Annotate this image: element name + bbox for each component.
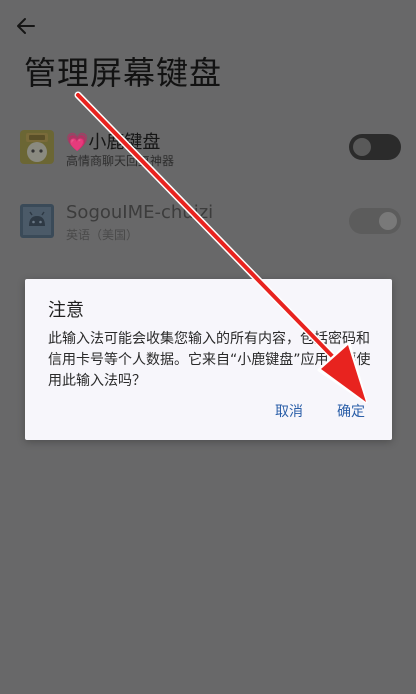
keyboard-name: 💗小鹿键盘: [66, 132, 161, 153]
dialog-actions: 取消 确定: [275, 401, 365, 421]
screen: 管理屏幕键盘 💗小鹿键盘 高情商聊天回复神器 SogouIME-chuizi 英…: [0, 0, 416, 694]
keyboard-name: SogouIME-chuizi: [66, 202, 214, 223]
keyboard-toggle[interactable]: [349, 134, 401, 160]
keyboard-description: 高情商聊天回复神器: [66, 154, 175, 168]
keyboard-row-xiaolu[interactable]: 💗小鹿键盘 高情商聊天回复神器: [0, 118, 416, 178]
back-button[interactable]: [12, 12, 40, 40]
cancel-button[interactable]: 取消: [275, 401, 303, 421]
confirm-button[interactable]: 确定: [337, 401, 365, 421]
keyboard-description: 英语（美国）: [66, 228, 139, 242]
page-title: 管理屏幕键盘: [24, 54, 223, 92]
toggle-knob: [379, 212, 397, 230]
android-icon: [20, 204, 54, 238]
keyboard-toggle[interactable]: [349, 208, 401, 234]
dialog-title: 注意: [48, 300, 84, 321]
arrow-left-icon: [17, 18, 35, 34]
deer-keyboard-icon: [20, 130, 54, 164]
toggle-knob: [353, 138, 371, 156]
warning-dialog: 注意 此输入法可能会收集您输入的所有内容，包括密码和信用卡号等个人数据。它来自“…: [25, 279, 392, 440]
keyboard-row-sogou[interactable]: SogouIME-chuizi 英语（美国）: [0, 192, 416, 252]
dialog-message: 此输入法可能会收集您输入的所有内容，包括密码和信用卡号等个人数据。它来自“小鹿键…: [48, 331, 371, 389]
